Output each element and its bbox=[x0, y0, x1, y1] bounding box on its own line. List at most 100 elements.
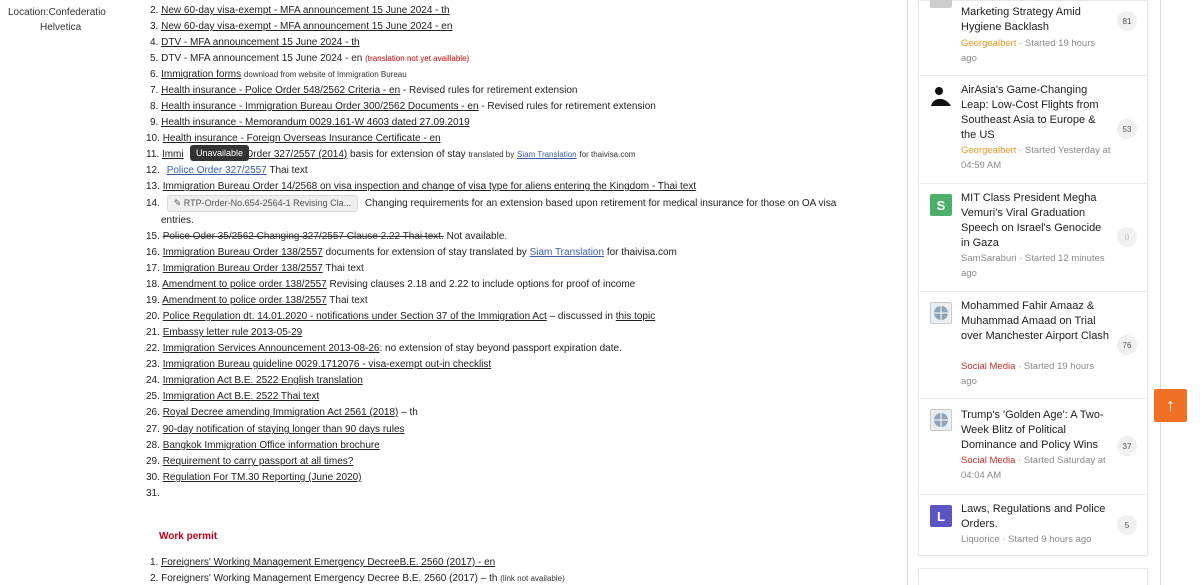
topic-item[interactable]: L Laws, Regulations and Police Orders. L… bbox=[918, 495, 1148, 555]
next-card bbox=[918, 568, 1148, 585]
reply-count-badge: 37 bbox=[1117, 436, 1137, 456]
author-location-line2: Helvetica bbox=[40, 22, 82, 33]
list-item: 8. Health insurance - Immigration Bureau… bbox=[150, 101, 656, 112]
list-item: 2. New 60-day visa-exempt - MFA announce… bbox=[150, 5, 450, 16]
list-item-link[interactable]: Immigration Bureau Order 14/2568 on visa… bbox=[163, 181, 696, 192]
silhouette-icon bbox=[930, 84, 952, 106]
topic-meta: Georgealbert · Started Yesterday at 04:5… bbox=[961, 145, 1111, 171]
topic-title[interactable]: Marketing Strategy Amid Hygiene Backlash bbox=[961, 5, 1111, 35]
avatar bbox=[930, 409, 952, 431]
list-item: 16. Immigration Bureau Order 138/2557 do… bbox=[146, 247, 677, 258]
list-item-link[interactable]: Health insurance - Memorandum 0029.161-W… bbox=[161, 117, 470, 128]
topic-item[interactable]: Marketing Strategy Amid Hygiene Backlash… bbox=[918, 0, 1148, 75]
list-item: 19. Amendment to police order 138/2557 T… bbox=[146, 295, 368, 306]
list-item: 27. 90-day notification of staying longe… bbox=[146, 424, 405, 435]
list-item-link[interactable]: Amendment to police order 138/2557 bbox=[162, 279, 327, 290]
list-item-link[interactable]: Health insurance - Police Order 548/2562… bbox=[161, 85, 400, 96]
list-item-link[interactable]: New 60-day visa-exempt - MFA announcemen… bbox=[161, 5, 450, 16]
list-item: 22. Immigration Services Announcement 20… bbox=[146, 343, 622, 354]
author-location: Location:Confederatio bbox=[8, 7, 106, 18]
unavailable-note: (translation not yet availlable) bbox=[365, 54, 470, 63]
list-item-link[interactable]: Police Regulation dt. 14.01.2020 - notif… bbox=[163, 311, 547, 322]
this-topic-link[interactable]: this topic bbox=[616, 311, 655, 322]
attachment-chip[interactable]: ✎ RTP-Order-No.654-2564-1 Revising Cla..… bbox=[166, 195, 359, 212]
list-item: 13. Immigration Bureau Order 14/2568 on … bbox=[146, 181, 697, 192]
list-item-link[interactable]: New 60-day visa-exempt - MFA announcemen… bbox=[161, 21, 452, 32]
list-item-link[interactable]: Foreigners' Working Management Emergency… bbox=[161, 557, 495, 568]
list-item-link[interactable]: Regulation For TM.30 Reporting (June 202… bbox=[163, 472, 362, 483]
list-item: 5. DTV - MFA announcement 15 June 2024 -… bbox=[150, 53, 470, 64]
list-item: 31. bbox=[146, 488, 160, 499]
topic-meta: Social Media · Started Saturday at 04:04… bbox=[961, 455, 1106, 481]
list-item-continuation: entries. bbox=[161, 215, 194, 226]
list-item: 10. Health insurance - Foreign Overseas … bbox=[146, 133, 441, 144]
list-item: 26. Royal Decree amending Immigration Ac… bbox=[146, 407, 418, 418]
avatar: S bbox=[930, 194, 952, 216]
sidebar-topics: Marketing Strategy Amid Hygiene Backlash… bbox=[918, 0, 1148, 585]
list-item: 1. Foreigners' Working Management Emerge… bbox=[150, 557, 496, 568]
list-item: 15. Police Oder 35/2562 Changing 327/255… bbox=[146, 231, 508, 242]
avatar bbox=[930, 0, 952, 8]
reply-count-badge: 5 bbox=[1117, 515, 1137, 535]
content-divider bbox=[907, 0, 908, 585]
list-item-link[interactable]: Embassy letter rule 2013-05-29 bbox=[163, 327, 303, 338]
siam-translation-link[interactable]: Siam Translation bbox=[530, 247, 604, 258]
list-item: 21. Embassy letter rule 2013-05-29 bbox=[146, 327, 303, 338]
reply-count-badge: 53 bbox=[1117, 119, 1137, 139]
list-item: 23. Immigration Bureau guideline 0029.17… bbox=[146, 359, 492, 370]
list-item-link[interactable]: Immigration Act B.E. 2522 English transl… bbox=[163, 375, 363, 386]
unavailable-tooltip: Unavailable bbox=[190, 145, 250, 161]
list-item: 18. Amendment to police order 138/2557 R… bbox=[146, 279, 636, 290]
list-item: 29. Requirement to carry passport at all… bbox=[146, 456, 354, 467]
topic-title[interactable]: Laws, Regulations and Police Orders. bbox=[961, 502, 1111, 532]
topic-title[interactable]: AirAsia's Game-Changing Leap: Low-Cost F… bbox=[961, 83, 1111, 143]
topic-title[interactable]: Trump's 'Golden Age': A Two-Week Blitz o… bbox=[961, 408, 1111, 453]
list-item-link[interactable]: Immigration Act B.E. 2522 Thai text bbox=[163, 391, 320, 402]
list-item: 17. Immigration Bureau Order 138/2557 Th… bbox=[146, 263, 364, 274]
list-item-link[interactable]: Immigration Bureau guideline 0029.171207… bbox=[163, 359, 492, 370]
topic-meta: Georgealbert · Started 19 hours ago bbox=[961, 38, 1096, 64]
topic-item[interactable]: Trump's 'Golden Age': A Two-Week Blitz o… bbox=[918, 399, 1148, 494]
list-item: 6. Immigration forms download from websi… bbox=[150, 69, 407, 80]
topic-meta: Liquorice · Started 9 hours ago bbox=[961, 534, 1092, 545]
list-item-link[interactable]: Amendment to police order 138/2557 bbox=[162, 295, 327, 306]
scroll-to-top-button[interactable]: ↑ bbox=[1154, 389, 1187, 422]
list-item-link[interactable]: Requirement to carry passport at all tim… bbox=[163, 456, 354, 467]
list-item: 25. Immigration Act B.E. 2522 Thai text bbox=[146, 391, 320, 402]
news-globe-icon bbox=[934, 306, 948, 320]
list-item: 28. Bangkok Immigration Office informati… bbox=[146, 440, 380, 451]
list-item: 3. New 60-day visa-exempt - MFA announce… bbox=[150, 21, 453, 32]
list-item-link[interactable]: Health insurance - Foreign Overseas Insu… bbox=[163, 133, 441, 144]
list-item-link[interactable]: Immigration forms bbox=[161, 69, 241, 80]
list-item-link[interactable]: DTV - MFA announcement 15 June 2024 - th bbox=[161, 37, 359, 48]
list-item: 20. Police Regulation dt. 14.01.2020 - n… bbox=[146, 311, 656, 322]
list-item: 14. ✎ RTP-Order-No.654-2564-1 Revising C… bbox=[146, 195, 836, 212]
topic-item[interactable]: S MIT Class President Megha Vemuri's Vir… bbox=[918, 184, 1148, 291]
list-item-link[interactable]: 90-day notification of staying longer th… bbox=[163, 424, 405, 435]
reply-count-badge: 76 bbox=[1117, 335, 1137, 355]
list-item: 24. Immigration Act B.E. 2522 English tr… bbox=[146, 375, 363, 386]
list-item: 2. Foreigners' Working Management Emerge… bbox=[150, 573, 565, 584]
list-item-link[interactable]: Immigration Bureau Order 138/2557 bbox=[163, 247, 323, 258]
list-item-link[interactable]: Bangkok Immigration Office information b… bbox=[163, 440, 380, 451]
sidebar-divider bbox=[1160, 0, 1161, 585]
topic-item[interactable]: Mohammed Fahir Amaaz & Muhammad Amaad on… bbox=[918, 292, 1148, 398]
topic-meta: Social Media · Started 19 hours ago bbox=[961, 361, 1095, 387]
list-item-link[interactable]: Immigration Services Announcement 2013-0… bbox=[163, 343, 380, 354]
list-item-link[interactable]: Immi bbox=[162, 149, 184, 160]
topic-item[interactable]: AirAsia's Game-Changing Leap: Low-Cost F… bbox=[918, 76, 1148, 182]
list-item-link[interactable]: Immigration Bureau Order 138/2557 bbox=[163, 263, 323, 274]
topic-title[interactable]: Mohammed Fahir Amaaz & Muhammad Amaad on… bbox=[961, 299, 1111, 344]
siam-translation-link[interactable]: Siam Translation bbox=[517, 150, 577, 159]
list-item-link[interactable]: Police Order 327/2557 bbox=[167, 165, 267, 176]
list-item: 7. Health insurance - Police Order 548/2… bbox=[150, 85, 578, 96]
list-item-link[interactable]: Health insurance - Immigration Bureau Or… bbox=[161, 101, 478, 112]
work-permit-heading: Work permit bbox=[159, 531, 218, 542]
list-item: 9. Health insurance - Memorandum 0029.16… bbox=[150, 117, 470, 128]
reply-count-badge: 81 bbox=[1117, 11, 1137, 31]
arrow-up-icon: ↑ bbox=[1166, 395, 1175, 415]
avatar bbox=[930, 84, 952, 106]
topic-title[interactable]: MIT Class President Megha Vemuri's Viral… bbox=[961, 191, 1111, 251]
avatar bbox=[930, 302, 952, 324]
list-item-link[interactable]: Royal Decree amending Immigration Act 25… bbox=[163, 407, 399, 418]
